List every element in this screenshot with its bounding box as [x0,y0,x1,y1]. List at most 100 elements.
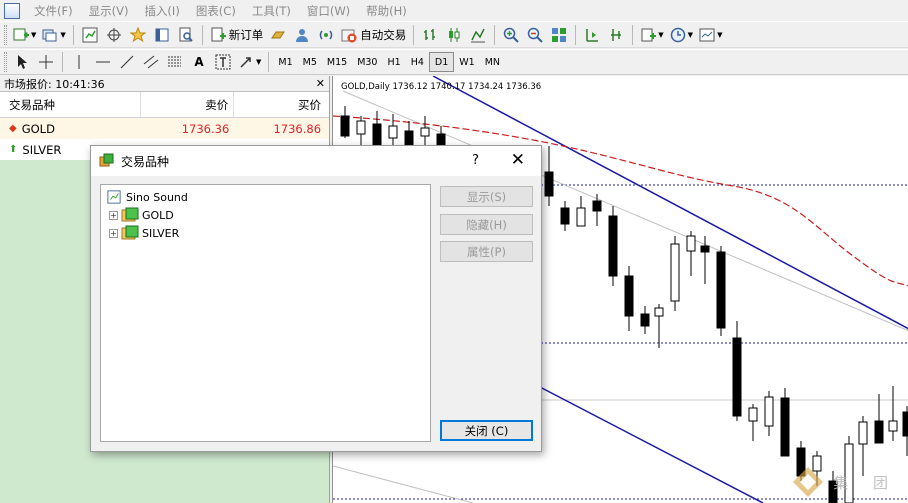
close-button[interactable]: 关闭 (C) [440,420,533,441]
timeframe-h4[interactable]: H4 [406,52,429,72]
market-watch-header: 交易品种 卖价 买价 [0,92,329,118]
menu-view[interactable]: 显示(V) [81,3,137,19]
channel-icon [143,55,159,69]
crosshair-tool-button[interactable] [35,51,57,73]
chart-ohlc-label: GOLD,Daily 1736.12 1740.17 1734.24 1736.… [341,82,542,92]
app-icon [4,2,20,19]
tree-root[interactable]: Sino Sound [107,188,188,206]
menu-charts[interactable]: 图表(C) [188,3,244,19]
menu-bar: 文件(F) 显示(V) 插入(I) 图表(C) 工具(T) 窗口(W) 帮助(H… [0,0,908,21]
timeframe-h1[interactable]: H1 [382,52,405,72]
arrow-pointer-icon [240,57,251,68]
signals-button[interactable] [315,24,337,46]
folder-icon [121,207,139,222]
vertical-line-button[interactable] [68,51,90,73]
tree-item-silver[interactable]: + SILVER [109,224,179,242]
profiles-button[interactable]: ▼ [40,24,67,46]
auto-trading-button[interactable]: 自动交易 [339,24,408,46]
autoscroll-button[interactable] [605,24,627,46]
candlestick-button[interactable] [443,24,465,46]
new-chart-button[interactable]: ▼ [11,24,38,46]
timeframe-d1[interactable]: D1 [428,52,455,72]
candle-body [700,245,710,253]
candle-body [780,397,790,457]
candle-body [576,207,586,227]
tree-root-label: Sino Sound [126,190,188,204]
candle-body [608,215,618,277]
close-icon[interactable]: ✕ [511,150,525,170]
text-label-icon [215,54,231,70]
candle-body [372,123,382,147]
menu-file[interactable]: 文件(F) [26,3,81,19]
gold-bar-icon [271,31,286,38]
magnifier-doc-icon [179,27,193,42]
equidistant-channel-button[interactable] [140,51,162,73]
accounts-button[interactable] [291,24,313,46]
trendline-button[interactable] [116,51,138,73]
signal-icon [320,30,333,39]
timeframe-mn[interactable]: MN [480,52,505,72]
expand-icon[interactable]: + [109,210,118,220]
expand-icon[interactable]: + [109,228,118,238]
menu-insert[interactable]: 插入(I) [136,3,187,19]
tile-windows-button[interactable] [548,24,570,46]
line-chart-button[interactable] [467,24,489,46]
trendline-icon [120,55,134,69]
show-button[interactable]: 显示(S) [440,186,533,207]
watermark-text: 集 团 [833,473,898,492]
menu-help[interactable]: 帮助(H) [358,3,415,19]
market-watch-button[interactable] [79,24,101,46]
server-icon [107,190,121,204]
terminal-button[interactable] [151,24,173,46]
close-icon[interactable]: ✕ [316,77,325,90]
navigator-button[interactable] [127,24,149,46]
candle-body [340,115,350,137]
indicators-button[interactable]: ▼ [638,24,665,46]
menu-window[interactable]: 窗口(W) [299,3,358,19]
horizontal-line-button[interactable] [92,51,114,73]
new-order-icon [211,27,226,41]
bar-chart-button[interactable] [419,24,441,46]
profiles-icon [42,29,57,41]
bid-price: 1736.36 [181,121,230,136]
periods-button[interactable]: ▼ [668,24,695,46]
column-ask[interactable]: 买价 [234,92,329,117]
zoom-out-button[interactable] [524,24,546,46]
zoom-in-button[interactable] [500,24,522,46]
cursor-tool-button[interactable] [11,51,33,73]
arrows-button[interactable]: ▼ [236,51,263,73]
symbols-icon [99,153,114,167]
candle-body [544,171,554,197]
candle-body [670,243,680,302]
symbol-name: SILVER [22,142,62,157]
properties-button[interactable]: 属性(P) [440,241,533,262]
menu-tools[interactable]: 工具(T) [244,3,299,19]
chart-shift-button[interactable] [581,24,603,46]
table-row[interactable]: ◆ GOLD 1736.36 1736.86 [0,118,329,139]
data-window-button[interactable] [103,24,125,46]
fibonacci-button[interactable] [164,51,186,73]
tree-item-label: GOLD [142,208,174,222]
toolbar-grip [4,24,7,45]
zoom-out-icon [528,27,543,43]
candle-body [732,337,742,417]
timeframe-m5[interactable]: M5 [298,52,322,72]
column-bid[interactable]: 卖价 [141,92,235,117]
new-order-button[interactable]: 新订单 [208,24,266,46]
diamond-logo-icon [793,467,824,497]
timeframe-m1[interactable]: M1 [273,52,297,72]
templates-button[interactable]: ▼ [697,24,724,46]
timeframe-w1[interactable]: W1 [454,52,479,72]
column-symbol[interactable]: 交易品种 [0,92,141,117]
text-tool-button[interactable]: A [188,51,210,73]
terminal-window-icon [155,28,169,41]
tree-item-gold[interactable]: + GOLD [109,206,174,224]
help-icon[interactable]: ? [472,153,479,168]
timeframe-m30[interactable]: M30 [352,52,382,72]
metaeditor-button[interactable] [267,24,289,46]
hide-button[interactable]: 隐藏(H) [440,214,533,235]
zoom-in-icon [504,27,519,43]
timeframe-m15[interactable]: M15 [322,52,352,72]
text-label-button[interactable] [212,51,234,73]
strategy-tester-button[interactable] [175,24,197,46]
